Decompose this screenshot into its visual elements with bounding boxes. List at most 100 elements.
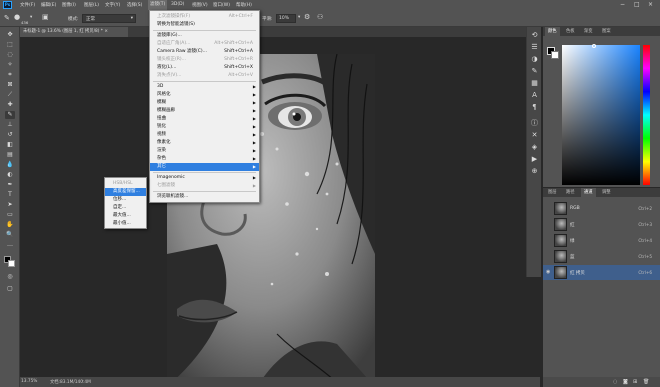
document-tab[interactable]: 未标题-1 @ 13.6% (图层 1, 红 拷贝/8) * × [20,27,128,37]
gear-icon[interactable]: ⚙ [304,13,310,21]
filter-menu-item[interactable]: 模糊画廊 ▶ [150,107,259,115]
eraser-tool-icon[interactable]: ◧ [5,141,15,149]
quick-select-tool-icon[interactable]: ✧ [5,61,15,69]
filter-menu-item[interactable]: 像素化 ▶ [150,139,259,147]
clone-source-icon[interactable]: ⊕ [530,167,539,176]
screen-mode-icon[interactable]: ▢ [5,285,15,293]
filter-menu-item[interactable]: Imagenomic ▶ [150,174,259,182]
minimize-button[interactable]: − [620,1,625,8]
tab-gradients[interactable]: 渐变 [581,27,596,36]
tab-patterns[interactable]: 图案 [599,27,614,36]
menu-image[interactable]: 图像(I) [62,2,76,8]
blur-tool-icon[interactable]: 💧 [5,161,15,169]
navigator-panel-icon[interactable]: ◈ [530,143,539,152]
tab-paths[interactable]: 路径 [563,188,578,197]
adjustments-panel-icon[interactable]: ◑ [530,55,539,64]
crop-tool-icon[interactable]: ⌗ [5,71,15,79]
lasso-tool-icon[interactable]: ◌ [5,51,15,59]
trash-icon[interactable]: 🗑 [643,379,649,385]
tab-layers[interactable]: 图层 [545,188,560,197]
chevron-down-icon[interactable]: ▾ [30,15,32,20]
filter-menu-item[interactable]: 3D ▶ [150,83,259,91]
filter-menu-item[interactable]: 液化(L)... Shift+Ctrl+X [150,64,259,72]
gradient-tool-icon[interactable]: ▤ [5,151,15,159]
more-tools-icon[interactable]: … [5,241,15,249]
submenu-item[interactable]: 最大值... [105,212,146,220]
menu-window[interactable]: 窗口(W) [213,2,230,8]
maximize-button[interactable]: □ [634,1,640,8]
mode-dropdown[interactable]: 正常 ▾ [82,14,136,23]
brush-tool-icon[interactable]: ✎ [5,111,15,119]
menu-type[interactable]: 文字(Y) [105,2,120,8]
load-selection-icon[interactable]: ◌ [613,379,617,385]
filter-menu-item[interactable]: 其它 ▶ [150,163,259,171]
menu-help[interactable]: 帮助(H) [236,2,252,8]
type-tool-icon[interactable]: T [5,191,15,199]
filter-menu-item[interactable]: 扭曲 ▶ [150,115,259,123]
dodge-tool-icon[interactable]: ◐ [5,171,15,179]
save-selection-icon[interactable]: ◙ [623,379,628,385]
eye-icon[interactable]: ◉ [546,269,550,275]
document-info[interactable]: 文档:83.1M/140.4M [50,379,91,385]
close-button[interactable]: × [648,1,653,8]
submenu-item[interactable]: 高反差保留... [105,188,146,196]
menu-select[interactable]: 选择(S) [127,2,142,8]
eyedropper-tool-icon[interactable]: ⟋ [5,91,15,99]
rectangle-tool-icon[interactable]: ▭ [5,211,15,219]
color-saturation-field[interactable] [562,44,640,185]
menu-view[interactable]: 视图(V) [192,2,208,8]
hue-slider[interactable] [643,45,650,185]
brush-settings-icon[interactable]: ✎ [530,67,539,76]
filter-menu-item[interactable]: 杂色 ▶ [150,155,259,163]
clone-stamp-tool-icon[interactable]: ⊥ [5,121,15,129]
marquee-tool-icon[interactable]: ⬚ [5,41,15,49]
character-panel-icon[interactable]: A [530,91,539,100]
pen-tool-icon[interactable]: ✒ [5,181,15,189]
zoom-tool-icon[interactable]: 🔍 [5,231,15,239]
brush-preset-icon[interactable]: ● [14,13,20,21]
filter-menu-item[interactable]: 模糊 ▶ [150,99,259,107]
filter-menu-item[interactable]: 滤镜库(G)... [150,32,259,40]
tab-color[interactable]: 颜色 [545,27,560,36]
paragraph-panel-icon[interactable]: ¶ [530,103,539,112]
canvas-area[interactable] [20,37,540,387]
submenu-item[interactable]: 最小值... [105,220,146,228]
menu-3d[interactable]: 3D(D) [171,2,184,7]
channel-row-rgb[interactable]: RGB Ctrl+2 [543,201,660,216]
channel-row-blue[interactable]: 蓝 Ctrl+5 [543,249,660,264]
chevron-right-icon[interactable]: › [82,379,84,384]
color-picker-handle[interactable] [592,44,596,48]
channel-row-green[interactable]: 绿 Ctrl+4 [543,233,660,248]
background-color-swatch[interactable] [8,260,15,267]
quick-mask-icon[interactable]: ◎ [5,273,15,281]
filter-menu-item[interactable]: 锐化 ▶ [150,123,259,131]
info-panel-icon[interactable]: ⓘ [530,119,539,128]
move-tool-icon[interactable]: ✥ [5,31,15,39]
menu-file[interactable]: 文件(F) [20,2,35,8]
menu-filter[interactable]: 滤镜(T) [148,0,168,10]
filter-menu-item[interactable]: 转换为智能滤镜(S) [150,21,259,29]
menu-layer[interactable]: 图层(L) [84,2,99,8]
properties-panel-icon[interactable]: ☰ [530,43,539,52]
brush-tool-icon[interactable]: ✎ [4,14,10,22]
background-color-swatch[interactable] [551,51,559,59]
filter-menu-item[interactable]: 渲染 ▶ [150,147,259,155]
channel-row-red[interactable]: 红 Ctrl+3 [543,217,660,232]
smoothing-field[interactable]: 10% [276,14,296,23]
actions-panel-icon[interactable]: ▶ [530,155,539,164]
zoom-level[interactable]: 13.75% [21,379,37,384]
tab-channels[interactable]: 通道 [581,188,596,197]
tab-adjustments[interactable]: 调整 [599,188,614,197]
tool-presets-icon[interactable]: ✕ [530,131,539,140]
frame-tool-icon[interactable]: ⊠ [5,81,15,89]
menu-edit[interactable]: 编辑(E) [41,2,56,8]
history-panel-icon[interactable]: ⟲ [530,31,539,40]
brush-panel-icon[interactable]: ▣ [42,13,49,21]
filter-menu-item[interactable]: 浏览联机滤镜... [150,193,259,201]
symmetry-icon[interactable]: ⚇ [317,13,323,21]
chevron-down-icon[interactable]: ▾ [298,15,300,20]
history-brush-tool-icon[interactable]: ↺ [5,131,15,139]
channel-row-red-copy[interactable]: ◉ 红 拷贝 Ctrl+6 [543,265,660,280]
healing-brush-tool-icon[interactable]: ✚ [5,101,15,109]
filter-menu-item[interactable]: 视频 ▶ [150,131,259,139]
